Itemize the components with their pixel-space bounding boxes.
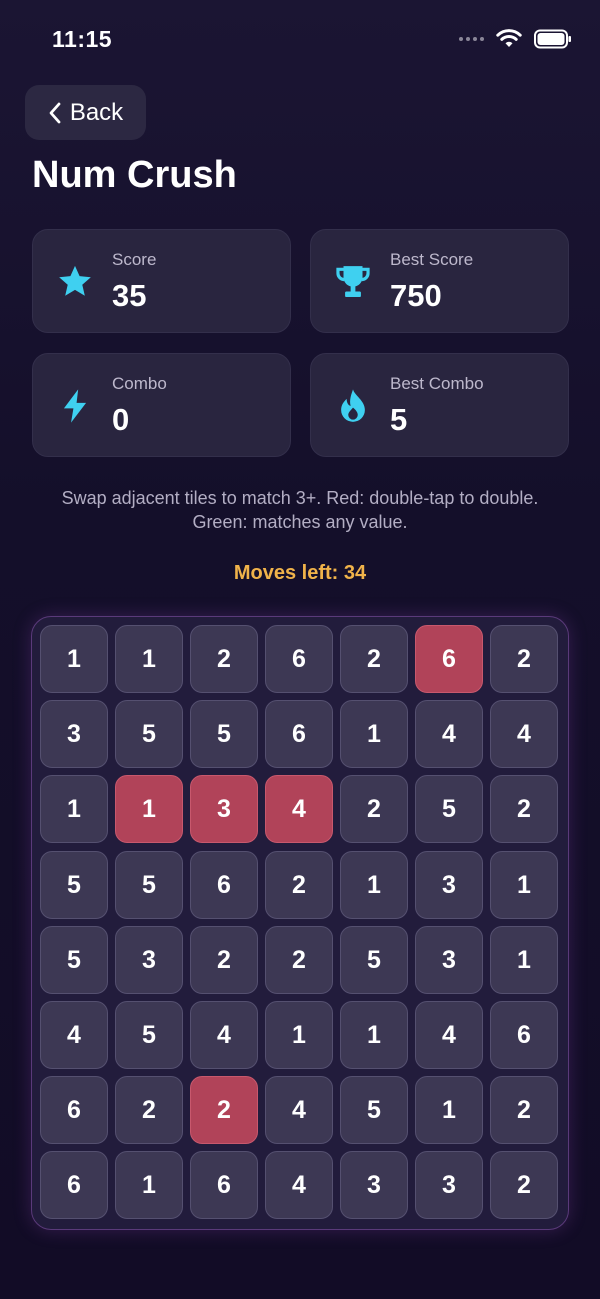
tile[interactable]: 1 — [115, 1151, 183, 1219]
tile[interactable]: 6 — [40, 1151, 108, 1219]
tile[interactable]: 4 — [265, 1076, 333, 1144]
tile[interactable]: 1 — [415, 1076, 483, 1144]
instructions-text: Swap adjacent tiles to match 3+. Red: do… — [61, 488, 539, 532]
tile[interactable]: 1 — [340, 700, 408, 768]
stats-grid: Score 35 Best Score 750 Combo 0 Best Com… — [32, 229, 569, 458]
tile[interactable]: 5 — [340, 1076, 408, 1144]
tile[interactable]: 4 — [265, 1151, 333, 1219]
stat-value: 750 — [390, 278, 442, 313]
stat-card-score: Score 35 — [32, 229, 291, 333]
stat-label: Best Combo — [390, 374, 484, 393]
tile[interactable]: 2 — [265, 926, 333, 994]
red-tile[interactable]: 6 — [415, 625, 483, 693]
back-button-label: Back — [69, 98, 124, 126]
flame-icon — [333, 386, 373, 426]
tile[interactable]: 2 — [490, 1076, 558, 1144]
red-tile[interactable]: 2 — [190, 1076, 258, 1144]
tile[interactable]: 3 — [40, 700, 108, 768]
tile[interactable]: 6 — [490, 1001, 558, 1069]
lightning-icon — [55, 386, 95, 426]
tile[interactable]: 5 — [340, 926, 408, 994]
tile[interactable]: 6 — [265, 625, 333, 693]
status-icons — [459, 26, 572, 52]
tile[interactable]: 2 — [190, 625, 258, 693]
tile[interactable]: 6 — [190, 851, 258, 919]
star-icon — [55, 262, 95, 302]
tile[interactable]: 4 — [490, 700, 558, 768]
tile[interactable]: 5 — [115, 1001, 183, 1069]
tile[interactable]: 6 — [265, 700, 333, 768]
status-bar: 11:15 — [0, 0, 600, 78]
page-title: Num Crush — [32, 154, 237, 196]
tile[interactable]: 5 — [415, 775, 483, 843]
tile[interactable]: 1 — [490, 851, 558, 919]
tile[interactable]: 3 — [340, 1151, 408, 1219]
tile[interactable]: 2 — [490, 1151, 558, 1219]
stat-value: 5 — [390, 402, 408, 437]
tile[interactable]: 2 — [490, 625, 558, 693]
tile[interactable]: 4 — [40, 1001, 108, 1069]
status-time: 11:15 — [52, 26, 113, 52]
stat-label: Combo — [112, 374, 167, 393]
tile[interactable]: 4 — [415, 700, 483, 768]
stat-card-best-score: Best Score 750 — [310, 229, 569, 333]
stat-card-best-combo: Best Combo 5 — [310, 353, 569, 457]
chevron-left-icon — [49, 102, 61, 123]
back-button[interactable]: Back — [25, 85, 146, 140]
tile[interactable]: 5 — [115, 700, 183, 768]
tile[interactable]: 1 — [490, 926, 558, 994]
tile[interactable]: 5 — [40, 926, 108, 994]
red-tile[interactable]: 1 — [115, 775, 183, 843]
stat-value: 0 — [112, 402, 130, 437]
tile[interactable]: 3 — [415, 1151, 483, 1219]
stat-label: Score — [112, 250, 157, 269]
red-tile[interactable]: 3 — [190, 775, 258, 843]
tile[interactable]: 3 — [415, 926, 483, 994]
tile[interactable]: 2 — [340, 625, 408, 693]
tile[interactable]: 5 — [115, 851, 183, 919]
moves-left-counter: Moves left: 34 — [233, 562, 367, 584]
tile[interactable]: 1 — [40, 775, 108, 843]
tile[interactable]: 3 — [415, 851, 483, 919]
tile[interactable]: 6 — [40, 1076, 108, 1144]
tile[interactable]: 1 — [40, 625, 108, 693]
tile[interactable]: 2 — [490, 775, 558, 843]
tile[interactable]: 4 — [190, 1001, 258, 1069]
tile[interactable]: 2 — [115, 1076, 183, 1144]
stat-value: 35 — [112, 278, 147, 313]
tile[interactable]: 2 — [265, 851, 333, 919]
tile[interactable]: 3 — [115, 926, 183, 994]
tile[interactable]: 5 — [40, 851, 108, 919]
tile[interactable]: 1 — [340, 1001, 408, 1069]
tile[interactable]: 1 — [115, 625, 183, 693]
cellular-signal-icon — [459, 37, 484, 41]
tile[interactable]: 5 — [190, 700, 258, 768]
tile[interactable]: 1 — [265, 1001, 333, 1069]
tile[interactable]: 6 — [190, 1151, 258, 1219]
battery-icon — [534, 29, 572, 49]
game-board: 1126262355614411342525562131532253145411… — [31, 616, 569, 1230]
red-tile[interactable]: 4 — [265, 775, 333, 843]
tile[interactable]: 4 — [415, 1001, 483, 1069]
trophy-icon — [333, 262, 373, 302]
tile[interactable]: 2 — [340, 775, 408, 843]
tile[interactable]: 2 — [190, 926, 258, 994]
tile-grid: 1126262355614411342525562131532253145411… — [40, 625, 560, 1222]
wifi-icon — [496, 29, 522, 49]
stat-card-combo: Combo 0 — [32, 353, 291, 457]
stat-label: Best Score — [390, 250, 474, 269]
tile[interactable]: 1 — [340, 851, 408, 919]
